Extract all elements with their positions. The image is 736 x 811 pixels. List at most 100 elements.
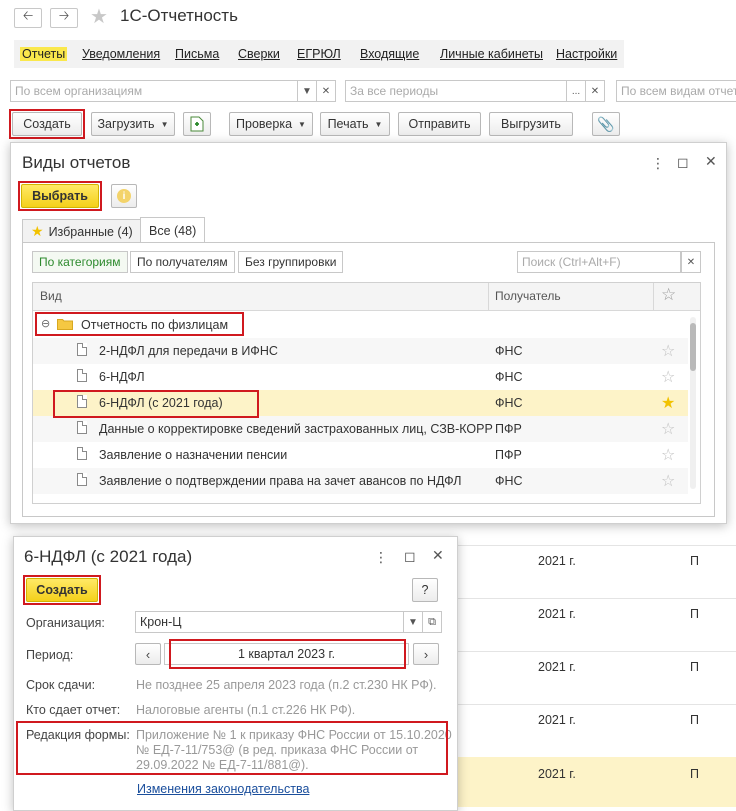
maximize-icon[interactable]: ◻	[404, 548, 416, 565]
tab-letters[interactable]: Письма	[175, 47, 219, 61]
list-item-col: П	[690, 660, 699, 674]
paperclip-icon: 📎	[597, 115, 615, 132]
check-button[interactable]: Проверка ▼	[229, 112, 313, 136]
tab-incoming[interactable]: Входящие	[360, 47, 419, 61]
help-button[interactable]: ?	[412, 578, 438, 602]
section-tabs: Отчеты Уведомления Письма Сверки ЕГРЮЛ В…	[14, 40, 624, 68]
add-file-button[interactable]	[183, 112, 211, 136]
period-prev-button[interactable]: ‹	[135, 643, 161, 665]
document-icon	[77, 447, 87, 460]
check-label: Проверка	[236, 117, 293, 131]
period-label: Период:	[26, 648, 74, 662]
list-item-col: П	[690, 554, 699, 568]
back-button[interactable]: 🡠	[14, 8, 42, 28]
attach-button[interactable]: 📎	[592, 112, 620, 136]
create-button[interactable]: Создать	[12, 112, 82, 136]
star-outline-icon[interactable]: ☆	[661, 471, 675, 491]
star-outline-icon[interactable]: ☆	[661, 419, 675, 439]
star-icon: ★	[31, 223, 44, 239]
report-types-grid: Вид Получатель ☆ ⊖ Отчетность по физлица…	[32, 282, 701, 504]
type-filter-input[interactable]: По всем видам отчет	[616, 80, 736, 102]
star-outline-icon[interactable]: ☆	[661, 367, 675, 387]
arrow-left-icon: 🡠	[22, 8, 34, 23]
search-input[interactable]: Поиск (Ctrl+Alt+F)	[517, 251, 681, 273]
list-item-selected[interactable]: 6-НДФЛ (с 2021 года) ФНС ★	[33, 390, 688, 416]
org-dropdown-button[interactable]: ▼	[403, 611, 423, 633]
list-item-year: 2021 г.	[538, 607, 576, 621]
tab-reports[interactable]: Отчеты	[20, 47, 68, 61]
list-item[interactable]: Заявление о подтверждении права на зачет…	[33, 468, 688, 494]
report-recipient: ФНС	[495, 396, 523, 410]
report-name: 6-НДФЛ (с 2021 года)	[99, 396, 223, 410]
star-outline-icon[interactable]: ☆	[661, 445, 675, 465]
search-clear-button[interactable]: ✕	[681, 251, 701, 273]
collapse-icon[interactable]: ⊖	[41, 317, 50, 330]
tab-all[interactable]: Все (48)	[140, 217, 206, 243]
open-window-icon: ⧉	[428, 615, 436, 628]
submitter-value: Налоговые агенты (п.1 ст.226 НК РФ).	[136, 703, 356, 717]
select-button[interactable]: Выбрать	[21, 184, 99, 208]
edition-line-3: 29.09.2022 № ЕД-7-11/881@).	[136, 758, 309, 772]
info-button[interactable]: i	[111, 184, 137, 208]
list-item[interactable]: 6-НДФЛ ФНС ☆	[33, 364, 688, 390]
chevron-down-icon: ▼	[374, 119, 383, 129]
deadline-label: Срок сдачи:	[26, 678, 96, 692]
print-button[interactable]: Печать ▼	[320, 112, 390, 136]
submitter-label: Кто сдает отчет:	[26, 703, 121, 717]
period-filter-clear-button[interactable]: ✕	[585, 80, 605, 102]
grouping-none[interactable]: Без группировки	[238, 251, 344, 273]
column-kind[interactable]: Вид	[40, 289, 62, 303]
deadline-value: Не позднее 25 апреля 2023 года (п.2 ст.2…	[136, 678, 437, 692]
more-menu-icon[interactable]: ⋮	[374, 549, 388, 566]
report-name: Заявление о подтверждении права на зачет…	[99, 474, 462, 488]
document-icon	[77, 473, 87, 486]
grouping-by-category[interactable]: По категориям	[32, 251, 128, 273]
period-filter-select-button[interactable]: ...	[566, 80, 586, 102]
org-input[interactable]: Крон-Ц	[135, 611, 405, 633]
list-item[interactable]: 2-НДФЛ для передачи в ИФНС ФНС ☆	[33, 338, 688, 364]
list-item-col: П	[690, 767, 699, 781]
window-title: 1С-Отчетность	[120, 6, 238, 25]
org-filter-dropdown-button[interactable]: ▼	[297, 80, 317, 102]
ellipsis-icon: ...	[571, 85, 581, 97]
tab-personal-accounts[interactable]: Личные кабинеты	[440, 47, 543, 61]
form-create-button[interactable]: Создать	[26, 578, 98, 602]
forward-button[interactable]: 🡢	[50, 8, 78, 28]
org-filter-input[interactable]: По всем организациям	[10, 80, 298, 102]
star-filled-icon[interactable]: ★	[661, 393, 675, 413]
favorite-star-icon[interactable]: ★	[90, 4, 108, 29]
law-changes-link[interactable]: Изменения законодательства	[137, 782, 309, 796]
tab-reconciliations[interactable]: Сверки	[238, 47, 280, 61]
send-button[interactable]: Отправить	[398, 112, 481, 136]
period-next-button[interactable]: ›	[413, 643, 439, 665]
tab-notifications[interactable]: Уведомления	[82, 47, 160, 61]
grouping-by-recipient[interactable]: По получателям	[130, 251, 235, 273]
more-menu-icon[interactable]: ⋮	[651, 155, 665, 172]
group-label: Отчетность по физлицам	[81, 318, 229, 332]
tab-favorites[interactable]: ★ Избранные (4)	[22, 219, 142, 243]
period-filter-input[interactable]: За все периоды	[345, 80, 567, 102]
list-item-col: П	[690, 607, 699, 621]
unload-button[interactable]: Выгрузить	[489, 112, 573, 136]
tab-settings[interactable]: Настройки	[556, 47, 617, 61]
report-recipient: ПФР	[495, 422, 522, 436]
close-icon[interactable]: ✕	[432, 547, 444, 564]
list-item[interactable]: Заявление о назначении пенсии ПФР ☆	[33, 442, 688, 468]
star-column-icon[interactable]: ☆	[661, 285, 676, 305]
print-label: Печать	[327, 117, 369, 131]
report-name: Данные о корректировке сведений застрахо…	[99, 422, 493, 436]
close-icon[interactable]: ✕	[705, 153, 717, 170]
maximize-icon[interactable]: ◻	[677, 154, 689, 171]
star-outline-icon[interactable]: ☆	[661, 341, 675, 361]
org-open-button[interactable]: ⧉	[422, 611, 442, 633]
group-row[interactable]: ⊖ Отчетность по физлицам	[33, 312, 688, 338]
org-filter-clear-button[interactable]: ✕	[316, 80, 336, 102]
edition-line-1: Приложение № 1 к приказу ФНС России от 1…	[136, 728, 452, 742]
load-button[interactable]: Загрузить ▼	[91, 112, 175, 136]
scrollbar-thumb[interactable]	[690, 323, 696, 371]
period-input[interactable]: 1 квартал 2023 г.	[164, 643, 409, 665]
column-recipient[interactable]: Получатель	[495, 289, 561, 303]
tab-favorites-label: Избранные (4)	[48, 224, 133, 239]
tab-egrul[interactable]: ЕГРЮЛ	[297, 47, 341, 61]
list-item[interactable]: Данные о корректировке сведений застрахо…	[33, 416, 688, 442]
